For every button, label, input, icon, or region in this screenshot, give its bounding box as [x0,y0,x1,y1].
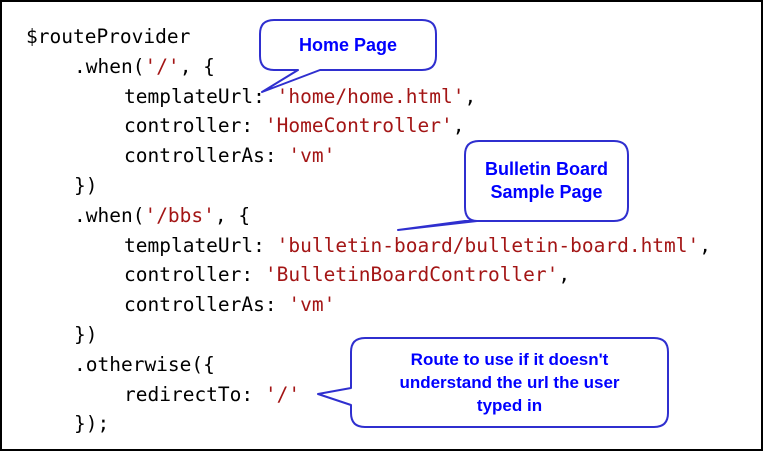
callout-otherwise-label: Route to use if it doesn't understand th… [399,350,620,415]
callout-bbs-label: Bulletin Board Sample Page [484,159,608,202]
diagram-frame: $routeProvider .when('/', {templateUrl: '… [0,0,763,451]
callout-home-label: Home Page [298,34,398,55]
